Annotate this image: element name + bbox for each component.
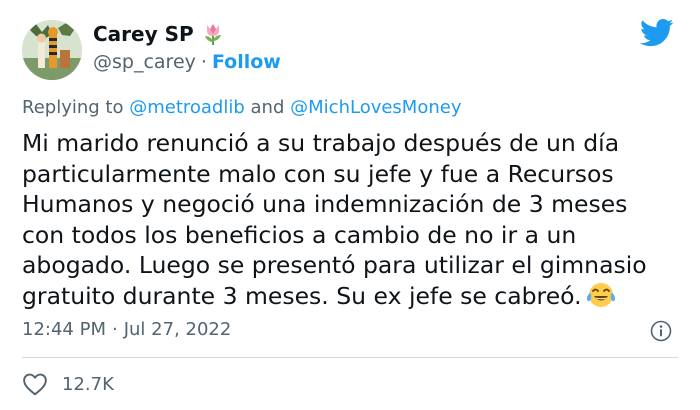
timestamp-separator: · (111, 319, 118, 340)
tweet-text-line: Mi marido renunció a su trabajo después … (22, 129, 620, 157)
tweet-text-last-line: gratuito durante 3 meses. Su ex jefe se … (22, 281, 682, 312)
tweet-time[interactable]: 12:44 PM (22, 318, 106, 342)
heart-icon[interactable] (22, 372, 48, 396)
tulip-icon (202, 22, 224, 46)
follow-button[interactable]: Follow (212, 50, 281, 74)
info-icon[interactable] (650, 320, 672, 342)
handle[interactable]: @sp_carey (93, 50, 196, 74)
like-count: 12.7K (62, 373, 114, 395)
display-name-row: Carey SP (93, 21, 224, 47)
like-button[interactable]: 12.7K (22, 372, 114, 396)
replying-to-line: Replying to @metroadlib and @MichLovesMo… (22, 96, 461, 120)
display-name[interactable]: Carey SP (93, 21, 194, 47)
tweet-date[interactable]: Jul 27, 2022 (124, 318, 232, 342)
tweet-card: Carey SP @sp_carey · Follow Replying to … (0, 0, 700, 410)
divider (22, 357, 678, 358)
avatar-image (22, 20, 82, 80)
replying-prefix: Replying to (22, 97, 124, 118)
handle-row: @sp_carey · Follow (93, 50, 281, 74)
tears-of-joy-icon (586, 281, 616, 309)
tweet-text-line: abogado. Luego se presentó para utilizar… (22, 251, 647, 279)
tweet-text-line: particularmente malo con su jefe y fue a… (22, 159, 614, 188)
tweet-text: Mi marido renunció a su trabajo después … (22, 128, 682, 311)
twitter-bird-icon[interactable] (640, 18, 674, 48)
avatar[interactable] (22, 20, 82, 80)
tweet-text-line: con todos los beneficios a cambio de no … (22, 220, 577, 249)
tweet-text-line: Humanos y negoció una indemnización de 3… (22, 190, 628, 218)
mention-link[interactable]: @MichLovesMoney (290, 97, 461, 118)
handle-separator: · (200, 51, 207, 73)
tweet-text-line: gratuito durante 3 meses. Su ex jefe se … (22, 281, 582, 310)
mention-link[interactable]: @metroadlib (129, 97, 245, 118)
replying-conjunction: and (250, 97, 285, 118)
timestamp[interactable]: 12:44 PM · Jul 27, 2022 (22, 318, 231, 342)
